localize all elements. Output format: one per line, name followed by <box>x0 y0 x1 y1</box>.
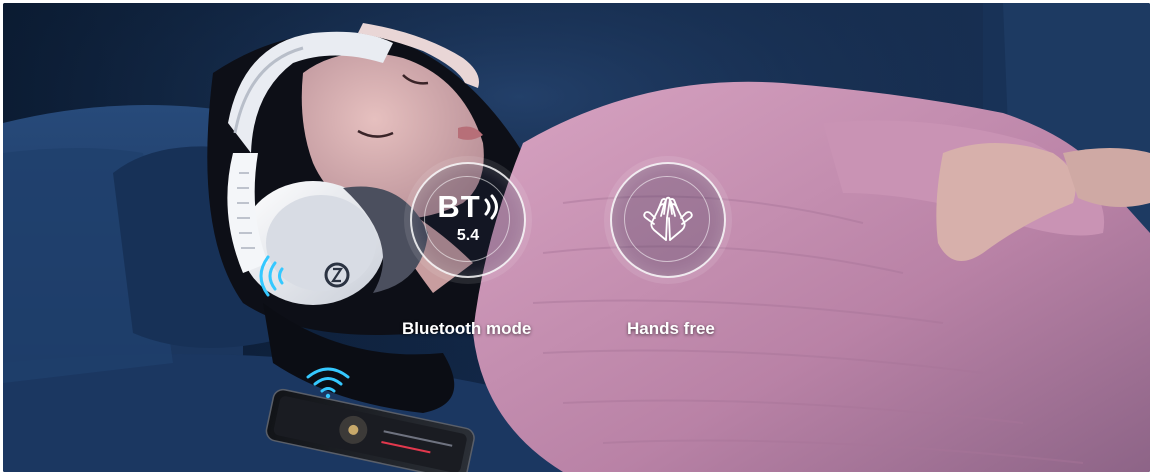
bt-version: 5.4 <box>456 227 480 244</box>
bluetooth-wave-icon <box>484 194 498 219</box>
hands-free-badge <box>610 162 726 278</box>
signal-wave-icon <box>259 255 284 297</box>
bt-label: BT <box>437 189 481 224</box>
bluetooth-mode-label: Bluetooth mode <box>402 319 532 338</box>
photo-scene <box>3 3 1150 472</box>
hands-free-label: Hands free <box>627 319 715 338</box>
bluetooth-badge-main: BT <box>437 191 498 222</box>
hero-banner: BT 5.4 Bluetooth mode Hands free <box>3 3 1150 472</box>
wifi-signal-icon <box>306 367 350 399</box>
bluetooth-badge: BT 5.4 <box>410 162 526 278</box>
hands-icon <box>643 196 693 241</box>
bluetooth-badge-text: BT <box>412 191 524 222</box>
